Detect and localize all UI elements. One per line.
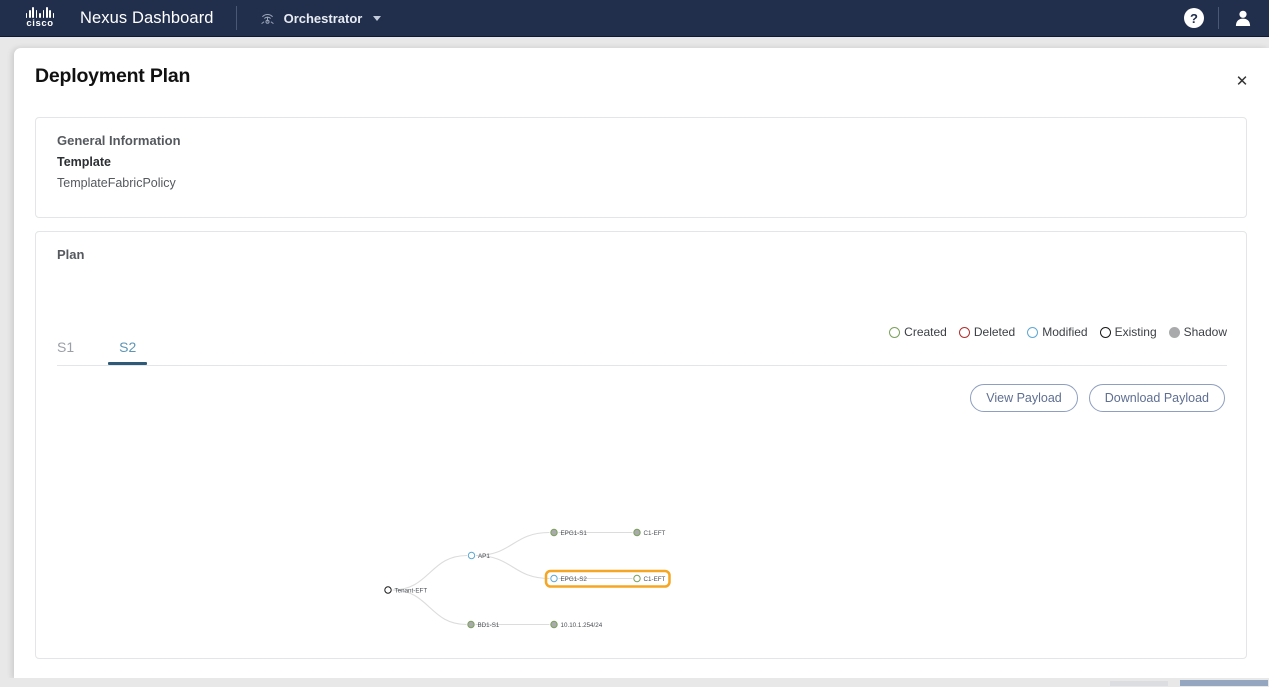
graph-node-epg1s1[interactable]: EPG1-S1	[550, 528, 588, 537]
graph-node-bd1s1[interactable]: BD1-S1	[467, 620, 500, 629]
cisco-bars-icon	[25, 7, 55, 18]
graph-node-c1eft_b[interactable]: C1-EFT	[633, 574, 666, 583]
node-status-dot-created-icon	[633, 574, 641, 583]
footer-text-fragment	[1110, 681, 1168, 686]
plan-card: Plan Created Deleted Modified Existing Shado…	[35, 231, 1247, 659]
nav-divider	[235, 6, 237, 30]
node-label: AP1	[478, 553, 490, 560]
legend-label: Shadow	[1183, 325, 1227, 339]
node-status-dot-shadow-icon	[467, 620, 475, 629]
graph-edge	[392, 554, 468, 591]
legend-dot-deleted-icon	[958, 326, 970, 338]
legend-dot-modified-icon	[1027, 326, 1039, 338]
cisco-wordmark: cisco	[26, 18, 54, 29]
nav-right-group: ?	[1184, 7, 1269, 29]
legend-dot-shadow-icon	[1168, 326, 1180, 338]
node-status-dot-existing-icon	[384, 586, 392, 594]
legend-dot-created-icon	[889, 326, 901, 338]
close-icon[interactable]: ✕	[1231, 70, 1253, 92]
nav-divider-right	[1218, 7, 1219, 29]
legend-item-deleted: Deleted	[958, 325, 1016, 339]
service-switcher[interactable]: Orchestrator	[259, 10, 382, 27]
graph-node-subnet[interactable]: 10.10.1.254/24	[550, 620, 603, 629]
tab-s2[interactable]: S2	[108, 339, 148, 365]
node-label: 10.10.1.254/24	[561, 622, 603, 629]
payload-buttons: View Payload Download Payload	[970, 384, 1225, 412]
site-tabs: S1 S2	[57, 339, 1227, 366]
graph-node-tenant[interactable]: Tenant-EFT	[384, 586, 428, 595]
view-payload-button[interactable]: View Payload	[970, 384, 1078, 412]
general-information-heading: General Information	[57, 133, 181, 148]
node-label: EPG1-S2	[561, 576, 588, 583]
page-title: Deployment Plan	[35, 65, 191, 87]
node-status-dot-modified-icon	[467, 551, 476, 560]
service-name-label: Orchestrator	[283, 10, 363, 26]
node-status-dot-modified-icon	[550, 574, 558, 583]
footer-sliver	[0, 678, 1269, 687]
legend-item-created: Created	[889, 325, 947, 339]
graph-node-c1eft_a[interactable]: C1-EFT	[633, 528, 666, 537]
radar-network-icon	[260, 13, 274, 24]
graph-node-ap1[interactable]: AP1	[467, 551, 490, 560]
user-avatar-icon[interactable]	[1233, 8, 1253, 28]
node-label: Tenant-EFT	[395, 587, 428, 594]
node-status-dot-shadow-icon	[550, 620, 558, 629]
legend-label: Deleted	[973, 325, 1016, 339]
node-label: BD1-S1	[478, 622, 500, 629]
general-information-card: General Information Template TemplateFab…	[35, 117, 1247, 218]
node-label: C1-EFT	[644, 530, 666, 537]
legend-item-existing: Existing	[1099, 325, 1157, 339]
legend-item-modified: Modified	[1027, 325, 1088, 339]
help-question-icon[interactable]: ?	[1184, 8, 1204, 28]
legend-label: Modified	[1042, 325, 1088, 339]
node-status-dot-shadow-icon	[633, 528, 641, 537]
deployment-graph[interactable]: Tenant-EFT AP1 EPG1-S1 C1-EFT EPG1-S2 C1-EFT B…	[36, 420, 1248, 658]
legend-label: Created	[904, 325, 947, 339]
top-navigation-bar: cisco Nexus Dashboard Orchestrator ?	[0, 0, 1269, 37]
cisco-logo[interactable]: cisco	[19, 5, 61, 31]
graph-edge	[392, 589, 467, 626]
node-label: EPG1-S1	[561, 530, 588, 537]
chevron-down-icon	[373, 15, 382, 21]
status-legend: Created Deleted Modified Existing Shadow	[889, 325, 1227, 339]
node-status-dot-shadow-icon	[550, 528, 558, 537]
app-title: Nexus Dashboard	[80, 8, 214, 27]
tab-s1[interactable]: S1	[57, 339, 74, 364]
legend-label: Existing	[1114, 325, 1157, 339]
plan-heading: Plan	[57, 247, 85, 262]
download-payload-button[interactable]: Download Payload	[1088, 384, 1225, 412]
footer-link-fragment[interactable]	[1180, 680, 1268, 686]
template-label: Template	[57, 155, 111, 169]
legend-item-shadow: Shadow	[1168, 325, 1227, 339]
deployment-plan-dialog: Deployment Plan ✕ General Information Te…	[14, 48, 1269, 679]
legend-dot-existing-icon	[1099, 326, 1111, 338]
graph-node-epg1s2[interactable]: EPG1-S2	[550, 574, 588, 583]
template-value: TemplateFabricPolicy	[57, 176, 176, 190]
graph-edge	[475, 531, 550, 557]
node-label: C1-EFT	[644, 576, 666, 583]
